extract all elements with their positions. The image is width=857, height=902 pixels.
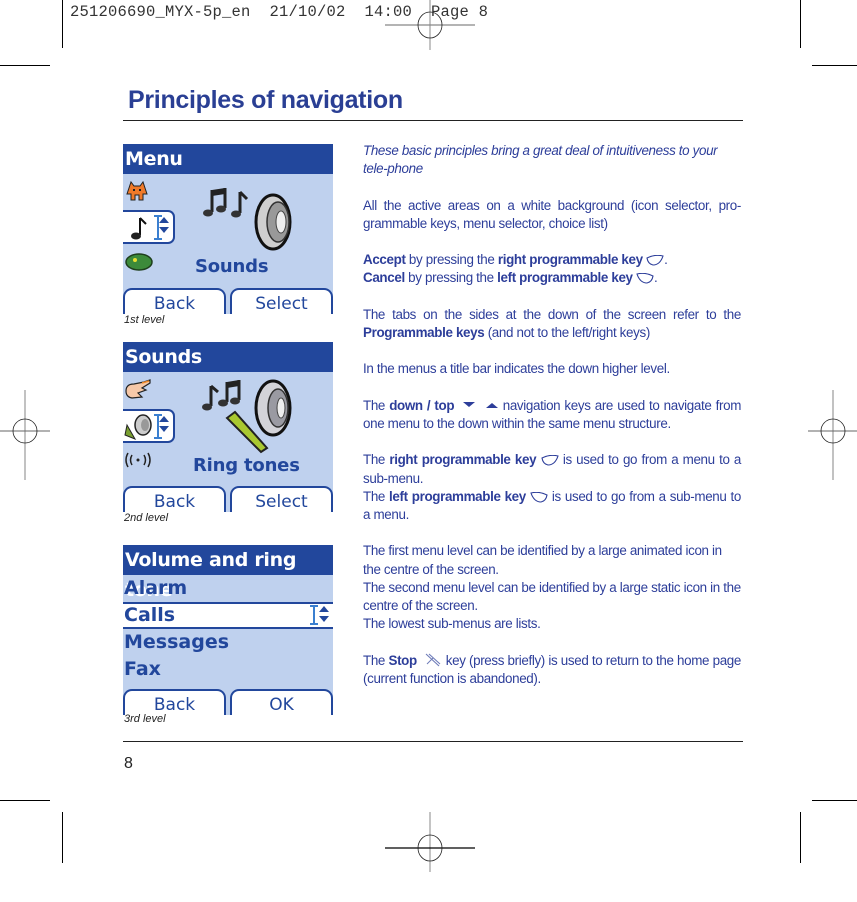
tabs-paragraph: The tabs on the sides at the down of the…	[363, 306, 741, 342]
arrow-up-icon	[159, 217, 169, 223]
vibrate-icon	[125, 452, 151, 468]
programmable-keys-paragraph: The right programmable key is used to go…	[363, 451, 741, 524]
page-title: Principles of navigation	[128, 86, 403, 114]
stop-key-icon	[425, 653, 441, 666]
left-softkey-icon	[636, 273, 654, 284]
text-span: The lowest sub-menus are lists.	[363, 616, 541, 632]
softkeys: Back OK	[123, 685, 333, 715]
right-softkey-icon	[540, 455, 559, 466]
list-item-fax[interactable]: Fax	[123, 656, 333, 683]
left-key-term: left programmable key	[497, 270, 633, 286]
menu-levels-paragraph: The first menu level can be identified b…	[363, 542, 741, 633]
crop-mark	[62, 812, 63, 863]
screen-title-bar: Sounds	[123, 342, 333, 372]
list-item-alarm[interactable]: Alarm	[123, 575, 333, 602]
screen-title-bar: Volume and ring tone	[123, 545, 333, 601]
arrow-down-icon	[463, 401, 476, 407]
cancel-term: Cancel	[363, 270, 405, 286]
accept-cancel-paragraph: Accept by pressing the right programmabl…	[363, 252, 668, 286]
crop-mark	[800, 0, 801, 48]
down-top-term: down / top	[389, 397, 455, 413]
stop-key-paragraph: The Stop key (press briefly) is used to …	[363, 652, 741, 688]
registration-mark-right	[808, 390, 857, 480]
body-text: These basic principles bring a great dea…	[363, 142, 741, 706]
list-item-calls[interactable]: Calls	[123, 602, 333, 629]
print-slug: 251206690_MYX-5p_en 21/10/02 14:00 Page …	[70, 3, 489, 21]
text-span: The second menu level can be identified …	[363, 579, 741, 613]
crop-mark	[62, 0, 63, 48]
text-span: (and not to the left/right keys)	[484, 324, 651, 340]
crop-mark	[800, 812, 801, 863]
text-span: The	[363, 452, 390, 468]
icon-selector[interactable]	[123, 210, 175, 244]
right-softkey-icon	[646, 255, 664, 266]
softkey-back[interactable]: Back	[123, 486, 226, 512]
scroll-arrows[interactable]	[319, 606, 329, 628]
screen-item-label: Ring tones	[193, 455, 300, 476]
crop-mark	[812, 65, 857, 66]
list-item-messages[interactable]: Messages	[123, 629, 333, 656]
music-notes-speaker-icon[interactable]	[201, 186, 296, 254]
arrow-up-icon	[159, 416, 169, 422]
arrow-down-icon	[159, 227, 169, 233]
list-item-label: Calls	[124, 604, 176, 626]
phone-screen-level-2: Sounds Ring tones Back Select	[123, 342, 333, 512]
phone-screen-level-3: Volume and ring tone Alarm Calls Message…	[123, 545, 333, 715]
left-softkey-icon	[530, 491, 548, 503]
music-note-icon	[131, 217, 147, 240]
arrow-down-icon	[319, 616, 329, 622]
text-span: The	[363, 397, 390, 413]
registration-mark-left	[0, 390, 50, 480]
text-span: by pressing the	[405, 252, 498, 268]
text-span: key (press briefly) is used to return to…	[363, 652, 741, 686]
header-rule	[123, 120, 743, 121]
softkeys: Back Select	[123, 284, 333, 314]
screen-title-bar: Menu	[123, 144, 333, 174]
chameleon-icon	[125, 253, 153, 271]
screen-item-label: Sounds	[195, 256, 269, 277]
text-span: by pressing the	[404, 270, 498, 286]
softkey-ok[interactable]: OK	[230, 689, 333, 715]
text-span: The	[363, 652, 389, 668]
crop-mark	[812, 800, 857, 801]
phone-screen-level-1: Menu Sounds Back Select	[123, 144, 333, 314]
intro-paragraph: These basic principles bring a great dea…	[363, 143, 718, 177]
accept-term: Accept	[363, 252, 406, 268]
text-span: The first menu level can be identified b…	[363, 543, 722, 577]
level-caption: 1st level	[124, 314, 165, 326]
arrow-up-icon	[485, 402, 498, 408]
softkey-back[interactable]: Back	[123, 288, 226, 314]
right-key-term: right programmable key	[389, 452, 537, 468]
level-caption: 3rd level	[124, 713, 166, 725]
monster-icon	[126, 180, 148, 201]
right-key-term: right programmable key	[497, 252, 643, 268]
title-bar-paragraph: In the menus a title bar indicates the d…	[363, 361, 670, 377]
icon-selector[interactable]	[123, 409, 175, 443]
crop-mark	[0, 65, 50, 66]
level-caption: 2nd level	[124, 512, 169, 524]
left-key-term: left programmable key	[389, 488, 526, 504]
footer-rule	[123, 741, 743, 742]
softkey-select[interactable]: Select	[230, 288, 333, 314]
text-span: The tabs on the sides at the down of the…	[363, 306, 741, 322]
softkey-back[interactable]: Back	[123, 689, 226, 715]
active-areas-paragraph: All the active areas on a white backgrou…	[363, 197, 741, 231]
pointing-hand-icon	[125, 379, 151, 399]
crop-mark	[0, 800, 50, 801]
scroll-arrows[interactable]	[159, 217, 169, 239]
registration-mark-bottom	[385, 812, 475, 872]
scroll-arrows[interactable]	[159, 416, 169, 438]
programmable-keys-term: Programmable keys	[363, 324, 485, 340]
speaker-volume-icon	[124, 414, 152, 440]
arrow-down-icon	[159, 426, 169, 432]
text-span: The	[363, 488, 390, 504]
ring-tones-icon[interactable]	[201, 378, 296, 456]
softkey-select[interactable]: Select	[230, 486, 333, 512]
navigation-paragraph: The down / top navigation keys are used …	[363, 397, 741, 433]
page-number: 8	[124, 755, 133, 772]
selector-cursor	[310, 605, 318, 625]
softkeys: Back Select	[123, 482, 333, 512]
arrow-up-icon	[319, 606, 329, 612]
stop-term: Stop	[388, 652, 417, 668]
